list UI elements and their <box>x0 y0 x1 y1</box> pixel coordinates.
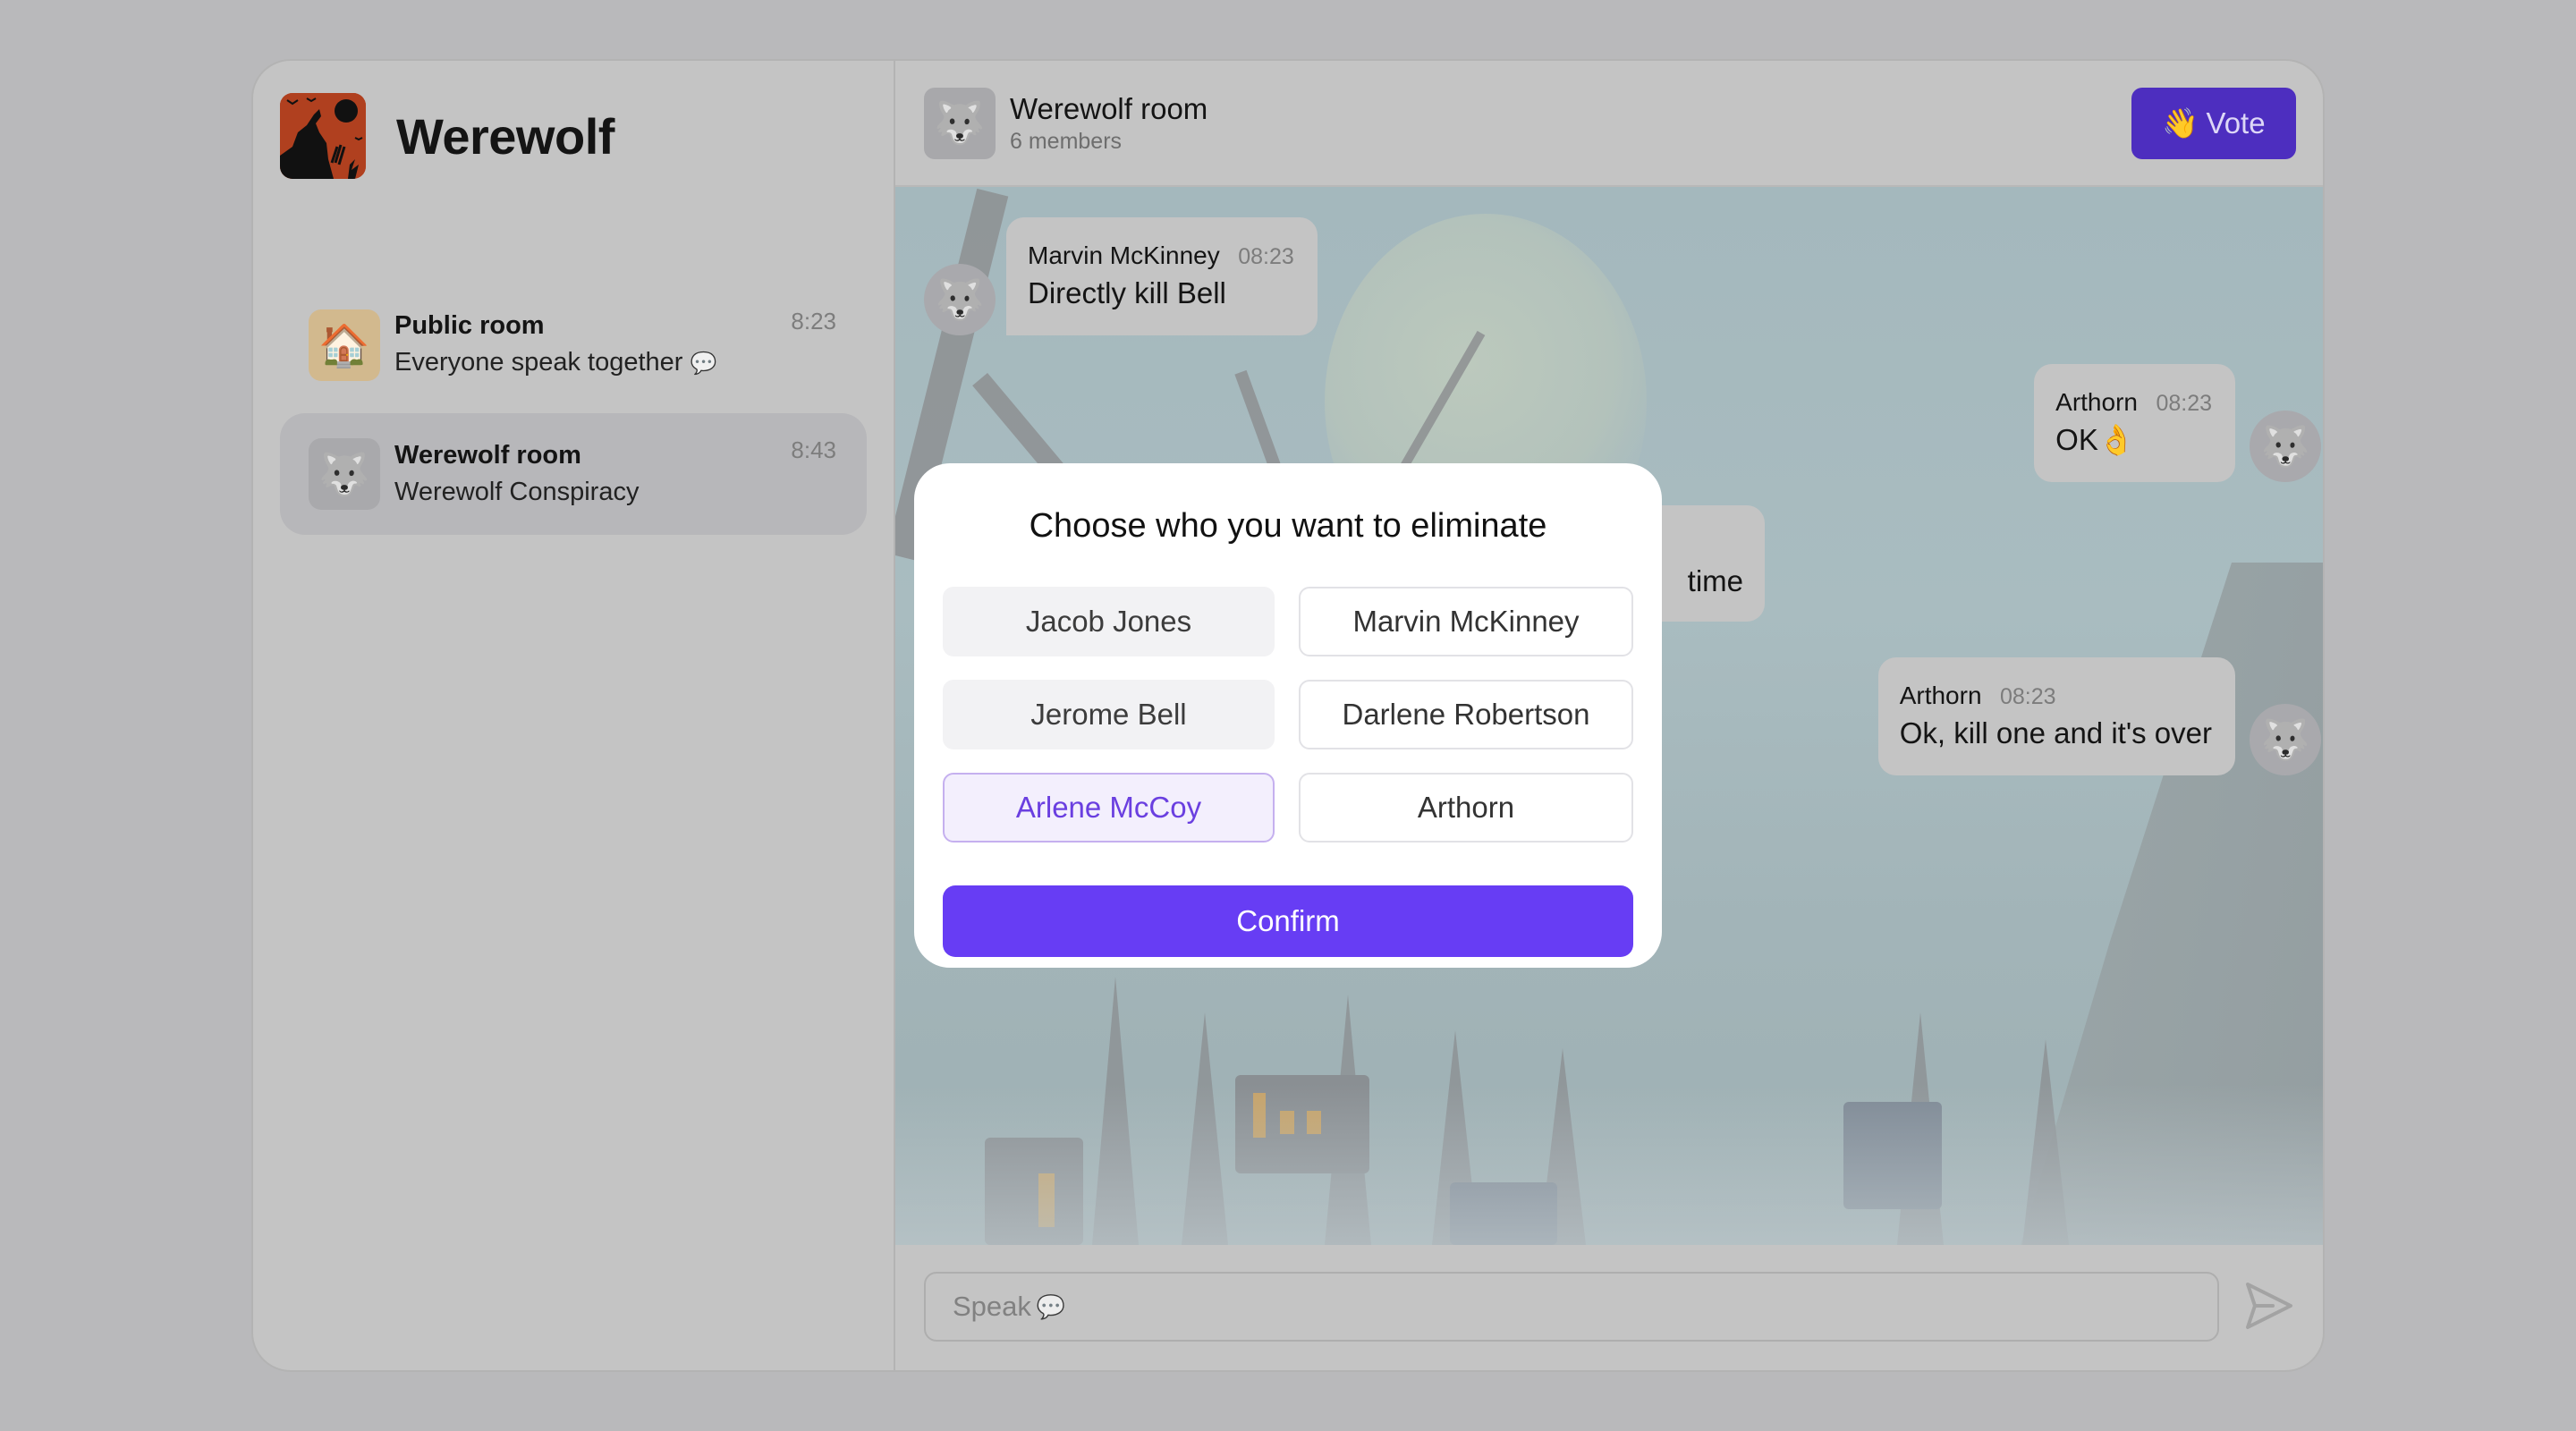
player-option[interactable]: Jerome Bell <box>943 680 1275 749</box>
message-sender: Arthorn <box>2055 388 2138 416</box>
waving-hand-icon: 👋 <box>2162 106 2199 140</box>
speak-input[interactable]: Speak 💬 <box>924 1272 2219 1342</box>
room-time: 8:23 <box>791 308 836 334</box>
message-item: Arthorn 08:23 OK👌 🐺 <box>2034 364 2321 482</box>
player-option[interactable]: Marvin McKinney <box>1299 587 1633 656</box>
message-bubble: Arthorn 08:23 Ok, kill one and it's over <box>1877 657 2235 775</box>
player-option[interactable]: Darlene Robertson <box>1299 680 1633 749</box>
player-options: Jacob Jones Marvin McKinney Jerome Bell … <box>943 587 1633 843</box>
werewolf-logo-icon <box>280 93 366 179</box>
confirm-button[interactable]: Confirm <box>943 885 1633 957</box>
message-sender: Arthorn <box>1899 682 1982 709</box>
speak-placeholder: Speak <box>953 1291 1031 1322</box>
member-count: 6 members <box>1010 128 1123 154</box>
house-icon: 🏠 <box>309 309 380 381</box>
message-text: Directly kill Bell <box>1028 276 1226 309</box>
wolf-avatar-icon: 🐺 <box>2250 704 2321 775</box>
message-text: OK👌 <box>2055 423 2135 456</box>
room-name: Public room <box>394 311 545 340</box>
room-name: Werewolf room <box>394 441 581 470</box>
message-item: 🐺 Marvin McKinney 08:23 Directly kill Be… <box>924 217 1318 335</box>
room-list: 🏠 Public room Everyone speak together 💬 … <box>280 284 867 542</box>
eliminate-dialog: Choose who you want to eliminate Jacob J… <box>914 463 1662 968</box>
room-item-werewolf[interactable]: 🐺 Werewolf room Werewolf Conspiracy 8:43 <box>280 413 867 535</box>
sidebar: Werewolf 🏠 Public room Everyone speak to… <box>253 61 895 1370</box>
dialog-title: Choose who you want to eliminate <box>1029 507 1547 545</box>
room-subtitle-text: Everyone speak together <box>394 348 683 377</box>
room-subtitle: Werewolf Conspiracy <box>394 478 640 506</box>
message-time: 08:23 <box>2156 391 2212 416</box>
wolf-icon: 🐺 <box>309 438 380 510</box>
message-bubble: Arthorn 08:23 OK👌 <box>2034 364 2235 482</box>
send-button[interactable] <box>2242 1279 2296 1333</box>
fog-overlay <box>895 1084 2323 1245</box>
brand: Werewolf <box>280 93 614 179</box>
wolf-icon: 🐺 <box>924 87 996 159</box>
message-time: 08:23 <box>1999 684 2056 709</box>
message-time: 08:23 <box>1238 244 1294 269</box>
vote-label: Vote <box>2206 106 2266 140</box>
message-item: Arthorn 08:23 Ok, kill one and it's over… <box>1877 657 2321 775</box>
player-option-selected[interactable]: Arlene McCoy <box>943 773 1275 843</box>
player-option[interactable]: Arthorn <box>1299 773 1633 843</box>
room-item-public[interactable]: 🏠 Public room Everyone speak together 💬 … <box>280 284 867 406</box>
speech-bubble-icon: 💬 <box>690 351 717 376</box>
room-title: Werewolf room <box>1010 91 1208 125</box>
vote-button[interactable]: 👋 Vote <box>2131 88 2296 159</box>
chat-header: 🐺 Werewolf room 6 members 👋 Vote <box>895 61 2323 187</box>
message-text: Ok, kill one and it's over <box>1899 716 2212 749</box>
room-time: 8:43 <box>791 436 836 463</box>
speech-bubble-icon: 💬 <box>1036 1292 1066 1320</box>
wolf-avatar-icon: 🐺 <box>2250 411 2321 482</box>
message-bubble: Marvin McKinney 08:23 Directly kill Bell <box>1006 217 1318 335</box>
player-option[interactable]: Jacob Jones <box>943 587 1275 656</box>
wolf-avatar-icon: 🐺 <box>924 264 996 335</box>
message-composer: Speak 💬 <box>895 1243 2323 1370</box>
room-subtitle: Everyone speak together 💬 <box>394 343 716 383</box>
message-sender: Marvin McKinney <box>1028 241 1220 269</box>
send-icon <box>2246 1283 2292 1329</box>
app-title: Werewolf <box>396 107 614 165</box>
